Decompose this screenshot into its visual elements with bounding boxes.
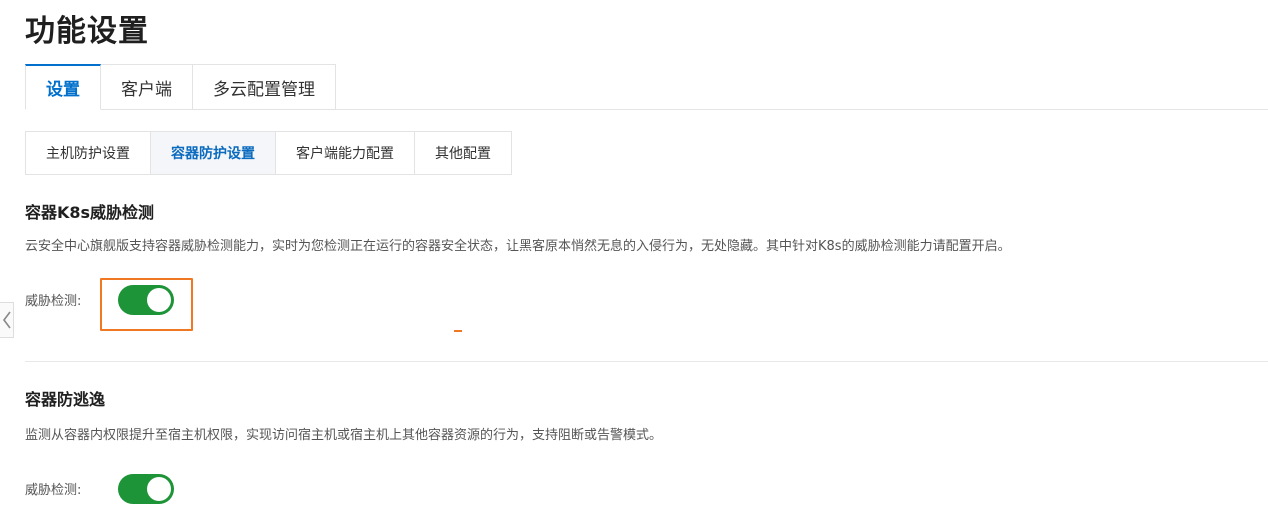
- subtab-client-capability[interactable]: 客户端能力配置: [276, 132, 415, 174]
- toggle-knob: [147, 477, 171, 501]
- tab-settings[interactable]: 设置: [25, 64, 101, 110]
- cursor-mark: [454, 330, 462, 332]
- escape-prevention-toggle[interactable]: [118, 474, 174, 504]
- subtab-host-protection[interactable]: 主机防护设置: [26, 132, 151, 174]
- section-desc-escape-prevention: 监测从容器内权限提升至宿主机权限，实现访问宿主机或宿主机上其他容器资源的行为，支…: [25, 428, 663, 443]
- main-tabs: 设置 客户端 多云配置管理: [25, 64, 336, 110]
- tab-client[interactable]: 客户端: [101, 64, 193, 110]
- k8s-threat-detection-toggle[interactable]: [118, 285, 174, 315]
- threat-detection-label-2: 威胁检测:: [25, 483, 82, 498]
- threat-detection-label: 威胁检测:: [25, 294, 82, 309]
- toggle-knob: [147, 288, 171, 312]
- sub-tabs: 主机防护设置 容器防护设置 客户端能力配置 其他配置: [25, 131, 512, 175]
- section-title-escape-prevention: 容器防逃逸: [25, 390, 106, 409]
- section-divider: [25, 361, 1268, 362]
- page-title: 功能设置: [25, 14, 149, 49]
- section-desc-k8s-threat: 云安全中心旗舰版支持容器威胁检测能力，实时为您检测正在运行的容器安全状态，让黑客…: [25, 239, 1011, 254]
- section-title-k8s-threat: 容器K8s威胁检测: [25, 203, 155, 222]
- subtab-other-config[interactable]: 其他配置: [415, 132, 511, 174]
- tab-multicloud-config[interactable]: 多云配置管理: [193, 64, 336, 110]
- subtab-container-protection[interactable]: 容器防护设置: [151, 132, 276, 174]
- chevron-left-icon[interactable]: [0, 302, 14, 338]
